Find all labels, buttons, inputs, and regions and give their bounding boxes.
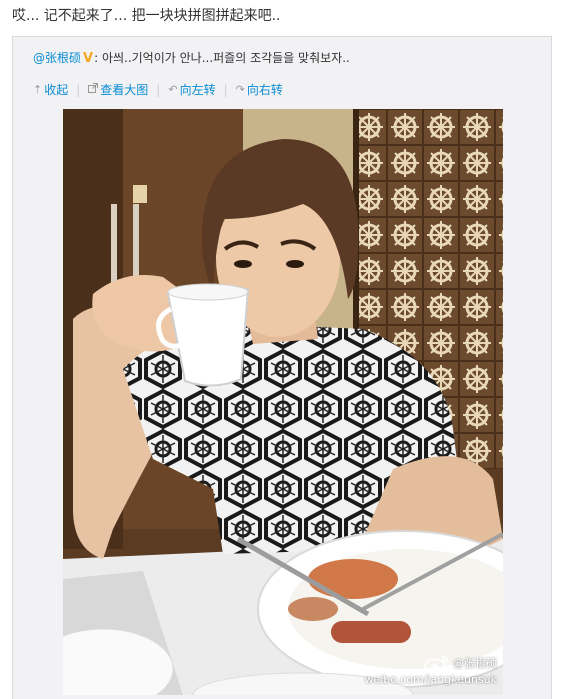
rotate-left-icon: ↶ <box>168 83 178 96</box>
repost-colon: : <box>94 51 102 65</box>
collapse-label: 收起 <box>44 83 69 97</box>
repost-text: 아씌..기억이가 안나...퍼즐의 조각들을 맞춰보자.. <box>101 51 350 65</box>
toolbar-divider: | <box>156 83 161 97</box>
watermark-name: @张根硕 <box>453 657 497 670</box>
repost-header: @张根硕 V: 아씌..기억이가 안나...퍼즐의 조각들을 맞춰보자.. <box>33 49 350 68</box>
rotate-right-label: 向右转 <box>246 83 283 97</box>
verified-v-icon: V <box>83 51 94 66</box>
rotate-right-icon: ↷ <box>235 83 245 96</box>
repost-card: @张根硕 V: 아씌..기억이가 안나...퍼즐의 조각들을 맞춰보자.. ⇡ 收… <box>12 36 552 699</box>
view-large-label: 查看大图 <box>100 83 149 97</box>
rotate-left-button[interactable]: ↶ 向左转 <box>168 81 215 99</box>
watermark-url: weibo.com/jangkeunsuk <box>364 673 497 686</box>
photo-illustration <box>63 109 503 695</box>
rotate-right-button[interactable]: ↷ 向右转 <box>236 81 283 99</box>
collapse-button[interactable]: ⇡ 收起 <box>33 81 68 99</box>
view-large-button[interactable]: 查看大图 <box>88 81 148 99</box>
post-photo[interactable]: @张根硕 weibo.com/jangkeunsuk <box>63 109 503 695</box>
photo-watermark: @张根硕 weibo.com/jangkeunsuk <box>364 655 497 687</box>
rotate-left-label: 向左转 <box>179 83 216 97</box>
toolbar-divider: | <box>223 83 228 97</box>
image-toolbar: ⇡ 收起 | 查看大图 | ↶ 向左转 | ↷ 向右转 <box>33 81 283 99</box>
repost-author-link[interactable]: @张根硕 <box>33 51 81 65</box>
arrow-up-icon: ⇡ <box>33 83 43 96</box>
weibo-logo-icon <box>424 655 450 673</box>
external-link-icon <box>88 81 99 99</box>
post-text: 哎... 记不起来了... 把一块块拼图拼起来吧.. <box>12 8 281 24</box>
toolbar-divider: | <box>76 83 81 97</box>
